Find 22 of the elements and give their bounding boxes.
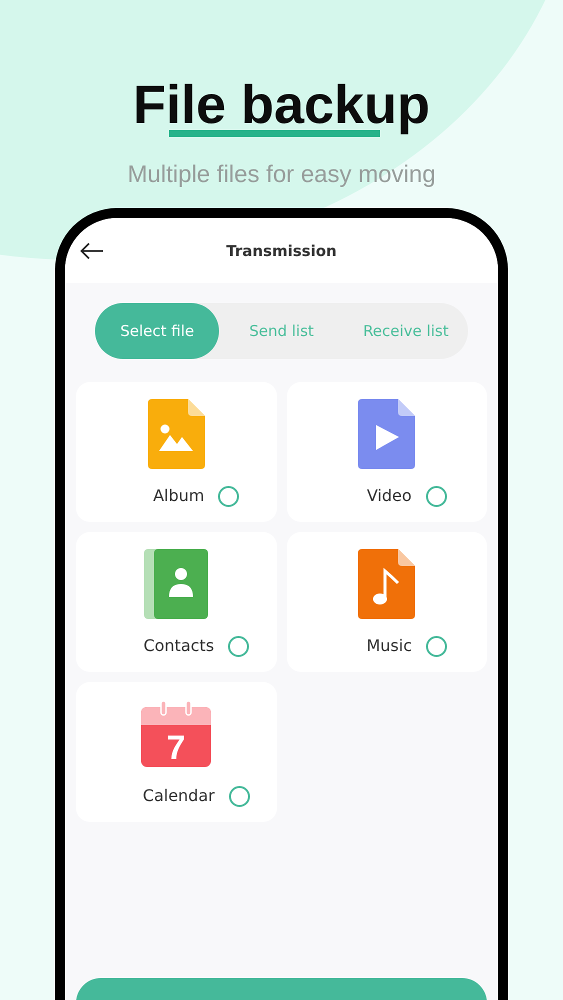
music-file-icon: [358, 549, 416, 619]
file-type-card[interactable]: Video: [286, 382, 487, 522]
video-file-icon: [358, 399, 416, 469]
file-type-label: Contacts: [143, 635, 214, 657]
select-checkbox[interactable]: [426, 486, 447, 506]
select-checkbox[interactable]: [228, 786, 250, 806]
file-type-card[interactable]: Album: [76, 382, 276, 522]
file-type-label: Calendar: [142, 785, 215, 807]
select-checkbox[interactable]: [228, 636, 250, 656]
file-type-label: Video: [366, 485, 412, 507]
file-type-card[interactable]: Music: [286, 532, 487, 672]
screen-title: Transmission: [226, 242, 337, 260]
file-type-label: Album: [153, 485, 204, 507]
file-type-card[interactable]: 7 Calendar: [76, 682, 276, 822]
subtitle: Multiple files for easy moving: [127, 160, 436, 190]
image-file-icon: [148, 399, 205, 469]
file-type-card[interactable]: Contacts: [76, 532, 276, 672]
back-arrow-icon[interactable]: [80, 242, 104, 260]
select-checkbox[interactable]: [218, 486, 240, 506]
contacts-book-icon: [144, 549, 208, 619]
select-checkbox[interactable]: [426, 636, 448, 656]
file-type-label: Music: [366, 635, 412, 657]
